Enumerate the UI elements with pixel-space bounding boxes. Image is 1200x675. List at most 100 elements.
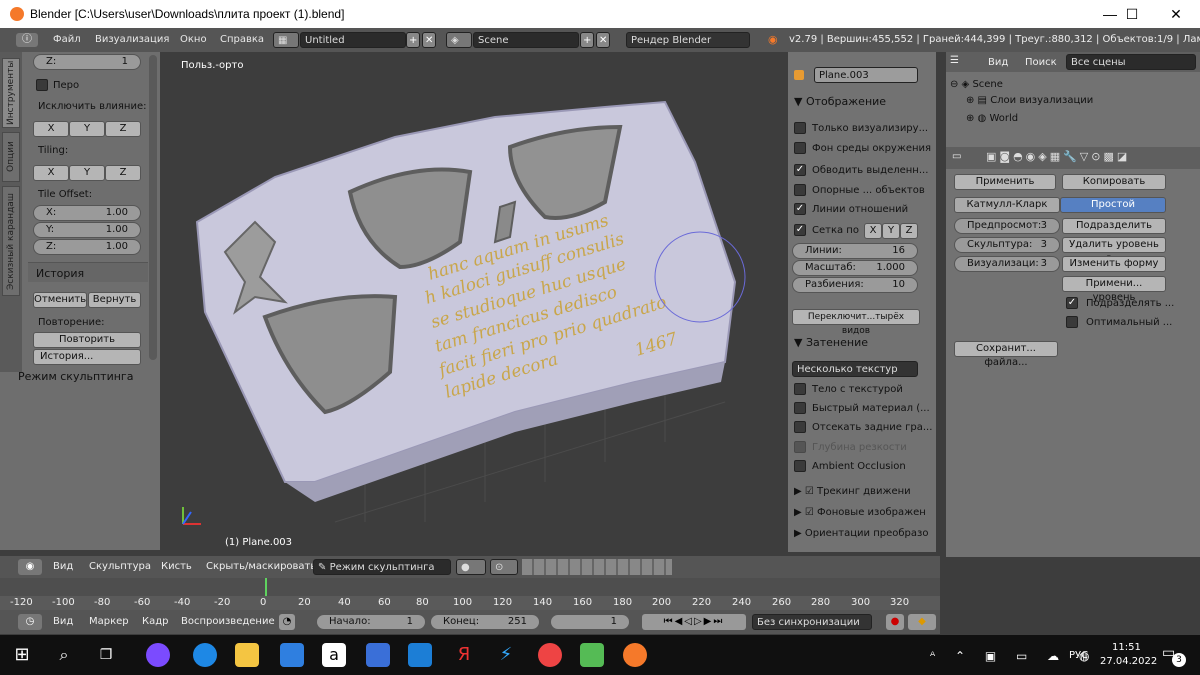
matcap-checkbox[interactable]: Быстрый материал (... bbox=[812, 403, 930, 414]
layout-name-field[interactable]: Untitled bbox=[300, 32, 406, 48]
menu-window[interactable]: Окно bbox=[180, 34, 207, 45]
blender-taskbar-icon[interactable] bbox=[623, 643, 647, 667]
repeat-last-button[interactable]: Повторить последн... bbox=[33, 332, 141, 359]
language-indicator[interactable]: РУС bbox=[1069, 650, 1088, 661]
sync-select[interactable]: Без синхронизации bbox=[752, 614, 872, 630]
history-button[interactable]: История... bbox=[33, 349, 141, 365]
amazon-icon[interactable]: a bbox=[322, 643, 346, 667]
dropbox-icon[interactable] bbox=[280, 643, 304, 667]
current-frame-marker[interactable] bbox=[265, 578, 267, 596]
yandex-icon[interactable]: Я bbox=[452, 643, 476, 667]
save-external-button[interactable]: Сохранит... файла... bbox=[954, 341, 1058, 368]
timeline[interactable]: -120 -100 -80 -60 -40 -20 0 20 40 60 80 … bbox=[0, 578, 940, 610]
sculpt-levels-field[interactable]: Скульптура: 3 bbox=[954, 237, 1060, 253]
exclude-z-button[interactable]: Z bbox=[105, 121, 141, 137]
tab-grease-pencil[interactable]: Эскизный карандаш bbox=[2, 186, 20, 296]
property-editor-icon[interactable]: ▭ bbox=[952, 151, 961, 162]
ao-checkbox[interactable]: Ambient Occlusion bbox=[812, 461, 906, 472]
maximize-button[interactable]: ☐ bbox=[1110, 0, 1154, 28]
tiling-z-button[interactable]: Z bbox=[105, 165, 141, 181]
modifier-copy-button[interactable]: Копировать bbox=[1062, 174, 1166, 190]
mail-icon[interactable] bbox=[408, 643, 432, 667]
property-tabs-icon[interactable]: ▣◙◓◉◈▦🔧▽⊙▩◪ bbox=[986, 150, 1130, 163]
file-explorer-icon[interactable] bbox=[235, 643, 259, 667]
textured-solid-checkbox[interactable]: Тело с текстурой bbox=[812, 384, 903, 395]
viewport-brush-menu[interactable]: Кисть bbox=[161, 561, 192, 572]
quad-view-button[interactable]: Переключит...тырёх видов bbox=[792, 309, 920, 336]
outliner-search-menu[interactable]: Поиск bbox=[1025, 57, 1057, 68]
start-frame-field[interactable]: Начало: 1 bbox=[316, 614, 426, 630]
grid-subdiv-field[interactable]: Разбиения: 10 bbox=[792, 277, 918, 293]
grid-lines-field[interactable]: Линии: 16 bbox=[792, 243, 918, 259]
only-render-checkbox[interactable]: Только визуализиру... bbox=[812, 123, 928, 134]
display-header[interactable]: ▼ Отображение bbox=[794, 95, 886, 108]
viewport-editor-icon[interactable]: ◉ bbox=[18, 559, 42, 575]
edge-icon[interactable] bbox=[193, 643, 217, 667]
timeline-frame-menu[interactable]: Кадр bbox=[142, 616, 169, 627]
remove-scene-icon[interactable]: ✕ bbox=[596, 32, 610, 48]
viewport-sculpt-menu[interactable]: Скульптура bbox=[89, 561, 151, 572]
scene-row[interactable]: ⊖ ◈ Scene bbox=[950, 79, 1003, 90]
modifier-apply-button[interactable]: Применить bbox=[954, 174, 1056, 190]
render-layers-row[interactable]: ⊕ ▤ Слои визуализации bbox=[966, 95, 1093, 106]
tab-options[interactable]: Опции bbox=[2, 132, 20, 182]
outline-selected-checkbox[interactable]: Обводить выделенн... bbox=[812, 165, 928, 176]
grid-axis-x[interactable]: X bbox=[864, 223, 882, 239]
end-frame-field[interactable]: Конец: 251 bbox=[430, 614, 540, 630]
tool-shelf-scrollbar[interactable] bbox=[149, 55, 157, 360]
record-icon[interactable]: ● bbox=[886, 614, 904, 630]
menu-help[interactable]: Справка bbox=[220, 34, 264, 45]
app-icon[interactable]: ⚡ bbox=[494, 643, 518, 667]
outliner-view-menu[interactable]: Вид bbox=[988, 57, 1008, 68]
start-icon[interactable]: ⊞ bbox=[10, 643, 34, 667]
money-icon[interactable] bbox=[580, 643, 604, 667]
redo-button[interactable]: Вернуть bbox=[88, 292, 141, 308]
backface-culling-checkbox[interactable]: Отсекать задние гра... bbox=[812, 422, 932, 433]
add-scene-icon[interactable]: + bbox=[580, 32, 594, 48]
optimal-display-checkbox[interactable]: Оптимальный ... bbox=[1086, 317, 1172, 328]
scene-name-field[interactable]: Scene bbox=[473, 32, 579, 48]
shading-select-icon[interactable]: ● bbox=[456, 559, 486, 575]
undo-button[interactable]: Отменить bbox=[33, 292, 87, 308]
viewport-hide-mask-menu[interactable]: Скрыть/маскировать bbox=[206, 561, 316, 572]
object-name-field[interactable]: Plane.003 bbox=[814, 67, 918, 83]
remove-layout-icon[interactable]: ✕ bbox=[422, 32, 436, 48]
shading-mode-select[interactable]: Несколько текстур bbox=[792, 361, 918, 377]
grid-scale-field[interactable]: Масштаб: 1.000 bbox=[792, 260, 918, 276]
simple-button[interactable]: Простой bbox=[1060, 197, 1166, 213]
offset-x-field[interactable]: X: 1.00 bbox=[33, 205, 141, 221]
clock-time[interactable]: 11:51 bbox=[1112, 642, 1141, 653]
tiling-x-button[interactable]: X bbox=[33, 165, 69, 181]
viewport-view-menu[interactable]: Вид bbox=[53, 561, 73, 572]
timeline-playback-menu[interactable]: Воспроизведение bbox=[181, 616, 275, 627]
clock-icon[interactable]: ◔ bbox=[279, 614, 295, 630]
notifications-icon[interactable]: ▭ 3 bbox=[1162, 645, 1186, 667]
3d-viewport[interactable]: Польз.-орто hanc aquam in usums h kaloci… bbox=[165, 52, 783, 554]
menu-file[interactable]: Файл bbox=[53, 34, 81, 45]
world-bg-checkbox[interactable]: Фон среды окружения bbox=[812, 143, 931, 154]
close-button[interactable]: ✕ bbox=[1154, 0, 1198, 28]
outliner-filter-select[interactable]: Все сцены bbox=[1066, 54, 1196, 70]
timeline-marker-menu[interactable]: Маркер bbox=[89, 616, 129, 627]
keying-icon[interactable]: ◆ bbox=[908, 614, 936, 630]
sculpt-mode-header[interactable]: Режим скульптинга bbox=[18, 370, 133, 383]
timeline-view-menu[interactable]: Вид bbox=[53, 616, 73, 627]
offset-z-field[interactable]: Z: 1.00 bbox=[33, 239, 141, 255]
subdivide-button[interactable]: Подразделить bbox=[1062, 218, 1166, 234]
apply-base-button[interactable]: Примени... уровень bbox=[1062, 276, 1166, 303]
alice-icon[interactable] bbox=[146, 643, 170, 667]
mode-select[interactable]: ✎ Режим скульптинга bbox=[313, 559, 451, 575]
transform-orient-header[interactable]: ▶ Ориентации преобразо bbox=[794, 528, 928, 539]
playback-controls-icon[interactable]: ⏮◀◁▷▶⏭ bbox=[642, 614, 746, 630]
outliner-editor-icon[interactable]: ☰ bbox=[950, 55, 959, 66]
layout-icon[interactable]: ▦ bbox=[273, 32, 299, 48]
z-field[interactable]: Z: 1 bbox=[33, 54, 141, 70]
grid-axis-y[interactable]: Y bbox=[882, 223, 900, 239]
pen-checkbox[interactable] bbox=[36, 79, 48, 91]
task-view-icon[interactable]: ❐ bbox=[94, 643, 118, 667]
world-row[interactable]: ⊕ ◍ World bbox=[966, 113, 1018, 124]
catmull-clark-button[interactable]: Катмулл-Кларк bbox=[954, 197, 1060, 213]
delete-higher-button[interactable]: Удалить уровень в... bbox=[1062, 237, 1166, 264]
grid-floor-checkbox[interactable]: Сетка по bbox=[812, 225, 859, 236]
layers-icon[interactable] bbox=[522, 559, 672, 575]
